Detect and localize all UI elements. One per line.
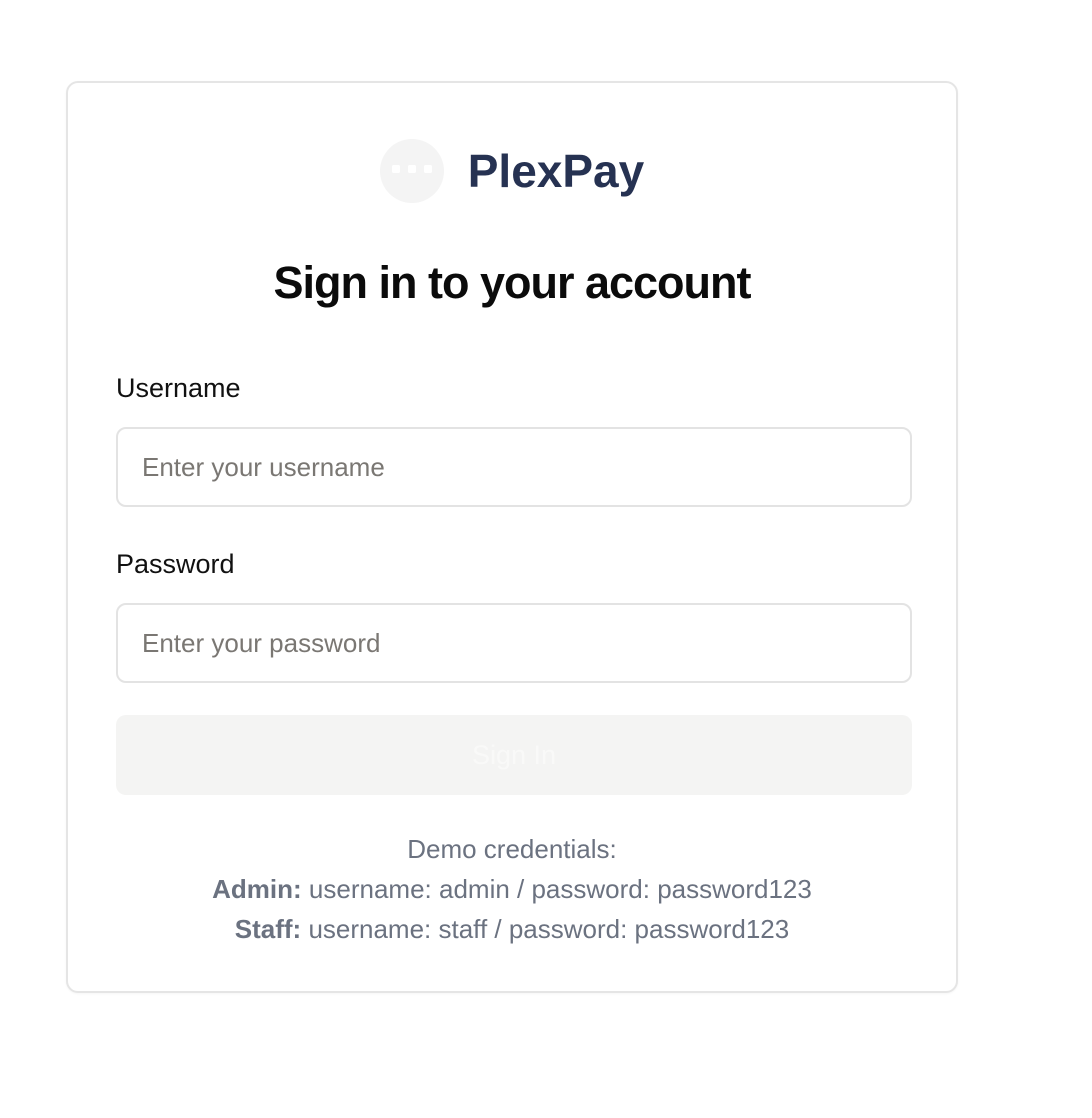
- username-label: Username: [116, 373, 241, 403]
- demo-role-admin: Admin:: [212, 874, 302, 904]
- demo-credentials-title: Demo credentials:: [407, 834, 617, 864]
- logo: [379, 139, 444, 203]
- demo-credentials: Demo credentials: Admin: username: admin…: [68, 829, 956, 949]
- sign-in-button[interactable]: Sign In: [116, 715, 912, 795]
- brand-name: PlexPay: [467, 145, 645, 197]
- ellipsis-icon: [390, 162, 434, 180]
- username-input[interactable]: [116, 427, 912, 507]
- password-input[interactable]: [116, 603, 912, 683]
- demo-role-staff: Staff:: [234, 914, 302, 944]
- password-label: Password: [116, 549, 235, 579]
- page-title: Sign in to your account: [273, 257, 751, 308]
- demo-details-admin: username: admin / password: password123: [308, 874, 812, 904]
- demo-details-staff: username: staff / password: password123: [308, 914, 790, 944]
- login-card: PlexPay Sign in to your account Username…: [66, 81, 958, 993]
- brand-header: PlexPay: [68, 139, 956, 203]
- demo-credentials-staff: Staff: username: staff / password: passw…: [68, 909, 956, 949]
- demo-credentials-admin: Admin: username: admin / password: passw…: [68, 869, 956, 909]
